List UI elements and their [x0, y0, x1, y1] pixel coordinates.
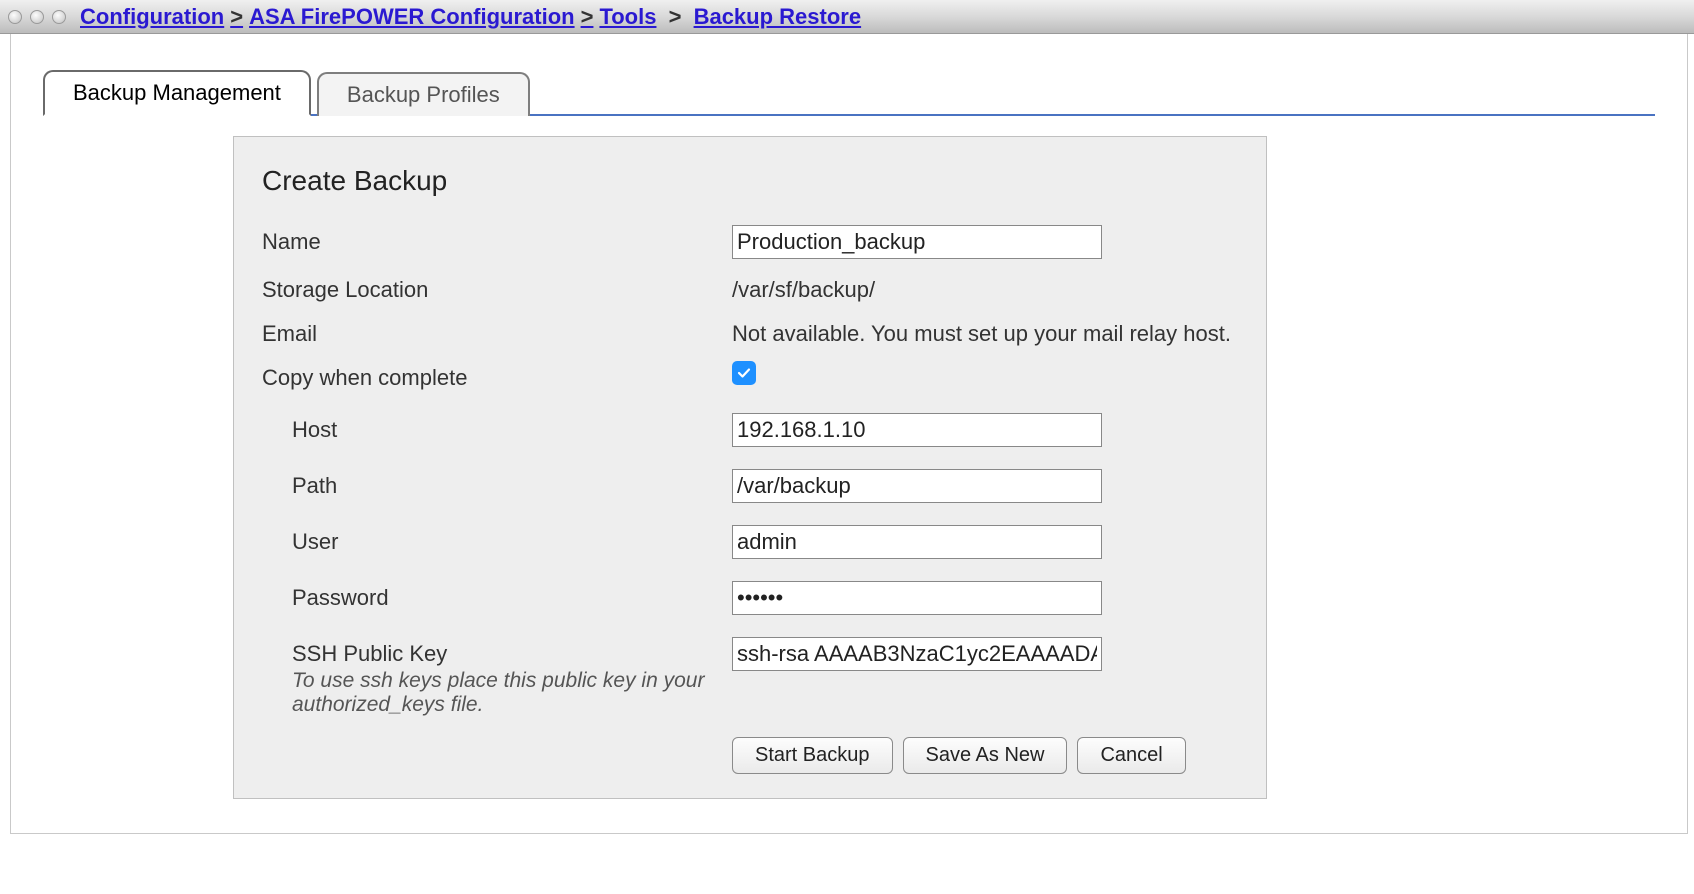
- breadcrumb-sep: >: [581, 4, 594, 29]
- label-password: Password: [262, 581, 732, 611]
- label-ssh-public-key: SSH Public Key To use ssh keys place thi…: [262, 637, 732, 717]
- breadcrumb-configuration[interactable]: Configuration>ASA FirePOWER Configuratio…: [80, 4, 656, 29]
- tab-backup-management[interactable]: Backup Management: [43, 70, 311, 116]
- label-path: Path: [262, 469, 732, 499]
- breadcrumb-sep: >: [669, 4, 682, 29]
- start-backup-button[interactable]: Start Backup: [732, 737, 893, 774]
- cancel-button[interactable]: Cancel: [1077, 737, 1185, 774]
- save-as-new-button[interactable]: Save As New: [903, 737, 1068, 774]
- label-email: Email: [262, 317, 732, 347]
- breadcrumb: Configuration>ASA FirePOWER Configuratio…: [80, 4, 861, 30]
- ssh-public-key-input[interactable]: [732, 637, 1102, 671]
- tab-backup-profiles[interactable]: Backup Profiles: [317, 72, 530, 116]
- check-icon: [737, 366, 751, 380]
- label-name: Name: [262, 225, 732, 255]
- host-input[interactable]: [732, 413, 1102, 447]
- label-host: Host: [262, 413, 732, 443]
- button-row: Start Backup Save As New Cancel: [732, 737, 1238, 774]
- window-close-icon[interactable]: [8, 10, 22, 24]
- page-body: Backup Management Backup Profiles Create…: [10, 34, 1688, 834]
- breadcrumb-backup-restore[interactable]: Backup Restore: [694, 4, 862, 29]
- hint-ssh-public-key: To use ssh keys place this public key in…: [292, 669, 732, 717]
- breadcrumb-sep: >: [230, 4, 243, 29]
- value-email: Not available. You must set up your mail…: [732, 317, 1238, 347]
- window-zoom-icon[interactable]: [52, 10, 66, 24]
- window-controls: [8, 10, 66, 24]
- path-input[interactable]: [732, 469, 1102, 503]
- copy-when-complete-checkbox[interactable]: [732, 361, 756, 385]
- label-copy-when-complete: Copy when complete: [262, 361, 732, 391]
- name-input[interactable]: [732, 225, 1102, 259]
- label-user: User: [262, 525, 732, 555]
- tab-bar: Backup Management Backup Profiles: [43, 68, 1655, 116]
- password-input[interactable]: [732, 581, 1102, 615]
- window-titlebar: Configuration>ASA FirePOWER Configuratio…: [0, 0, 1694, 34]
- label-storage-location: Storage Location: [262, 273, 732, 303]
- window-minimize-icon[interactable]: [30, 10, 44, 24]
- create-backup-panel: Create Backup Name Storage Location /var…: [233, 136, 1267, 799]
- user-input[interactable]: [732, 525, 1102, 559]
- value-storage-location: /var/sf/backup/: [732, 273, 1238, 303]
- panel-title: Create Backup: [262, 165, 1238, 197]
